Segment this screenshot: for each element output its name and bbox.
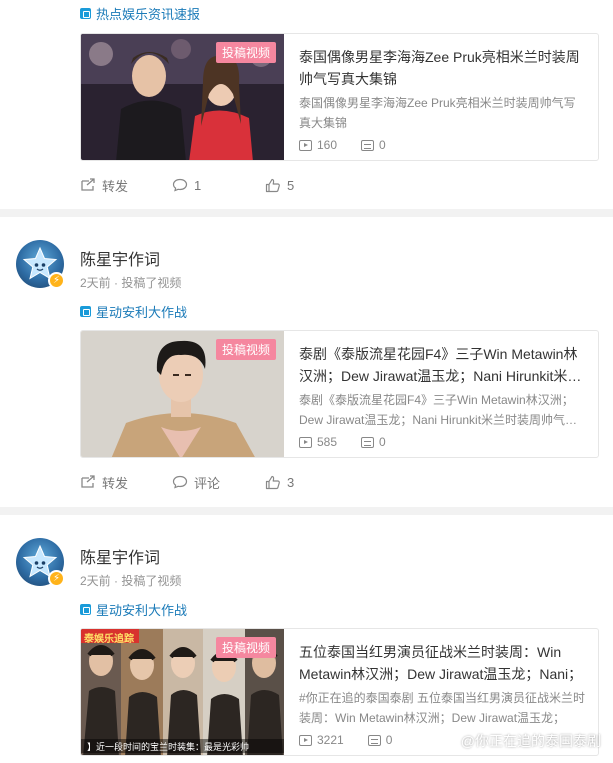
verified-badge-icon: ⚡ [48,570,65,587]
thumbnail-banner: 泰娱乐追踪 [84,634,134,645]
danmaku-count-icon [367,734,381,746]
video-title[interactable]: 泰国偶像男星李海海Zee Pruk亮相米兰时装周帅气写真大集锦 [299,46,587,90]
topic-icon [80,603,91,615]
danmaku-count: 0 [385,733,393,747]
repost-button[interactable]: 转发 [80,176,172,195]
play-count: 585 [317,435,338,449]
topic-link[interactable]: 星动安利大作战 [80,301,187,321]
comment-icon [172,475,188,489]
post-actions: 转发 评论 3 [80,472,294,492]
danmaku-count: 0 [379,138,386,152]
play-count: 3221 [317,733,344,747]
video-description: #你正在追的泰国泰剧 五位泰国当红男演员征战米兰时装周：Win Metawin林… [299,691,586,725]
like-button[interactable]: 3 [265,475,294,490]
topic-label: 热点娱乐资讯速报 [96,6,201,22]
author-name[interactable]: 陈星宇作词 [80,544,160,568]
comment-count: 1 [194,177,202,193]
verified-badge-icon: ⚡ [48,272,65,289]
like-count: 5 [287,177,295,193]
video-thumbnail[interactable]: 泰娱乐追踪 】近一段时间的宝兰时装集：最是光彩帅 投稿视频 [81,629,284,755]
topic-link[interactable]: 星动安利大作战 [80,599,187,619]
thumbs-up-icon [265,178,280,192]
play-count-icon [299,436,312,448]
topic-label: 星动安利大作战 [96,602,188,618]
comment-button[interactable]: 评论 [172,473,265,492]
thumbs-up-icon [265,475,280,489]
comment-icon [172,178,188,192]
video-stats: 585 0 [299,435,386,449]
watermark: @你正在追的泰国泰剧 [460,733,601,749]
post-author: ⚡ 陈星宇作词 2天前 · 投稿了视频 [16,538,596,598]
video-title[interactable]: 泰剧《泰版流星花园F4》三子Win Metawin林汉洲；Dew Jirawat… [299,343,587,387]
repost-icon [81,178,95,191]
video-description: 泰国偶像男星李海海Zee Pruk亮相米兰时装周帅气写真大集锦 [299,96,576,130]
repost-label: 转发 [102,475,129,491]
video-description: 泰剧《泰版流星花园F4》三子Win Metawin林汉洲；Dew Jirawat… [299,393,578,427]
danmaku-count-icon [361,436,375,448]
video-stats: 160 0 [299,138,386,152]
post-author: ⚡ 陈星宇作词 2天前 · 投稿了视频 [16,240,596,300]
video-thumbnail[interactable]: 投稿视频 [81,34,284,160]
repost-button[interactable]: 转发 [80,473,172,492]
video-tag: 投稿视频 [215,42,276,63]
play-count-icon [299,139,312,151]
like-button[interactable]: 5 [265,178,294,193]
comment-button[interactable]: 1 [172,178,265,193]
video-stats: 3221 0 [299,733,392,747]
thumbnail-caption: 】近一段时间的宝兰时装集：最是光彩帅 [87,742,250,752]
topic-link[interactable]: 热点娱乐资讯速报 [80,3,200,23]
play-count: 160 [317,138,338,152]
topic-icon [80,7,91,19]
video-title[interactable]: 五位泰国当红男演员征战米兰时装周：Win Metawin林汉洲；Dew Jira… [299,641,587,685]
video-tag: 投稿视频 [215,339,276,360]
author-name[interactable]: 陈星宇作词 [80,246,160,270]
post-separator [0,209,613,217]
post-meta: 2天前 · 投稿了视频 [80,574,182,588]
video-card[interactable]: 投稿视频 泰国偶像男星李海海Zee Pruk亮相米兰时装周帅气写真大集锦 泰国偶… [80,33,599,161]
post-meta: 2天前 · 投稿了视频 [80,276,182,290]
comment-label: 评论 [194,475,221,491]
danmaku-count: 0 [379,435,386,449]
video-tag: 投稿视频 [215,637,276,658]
video-card[interactable]: 投稿视频 泰剧《泰版流星花园F4》三子Win Metawin林汉洲；Dew Ji… [80,330,599,458]
repost-label: 转发 [102,178,129,194]
repost-icon [81,475,95,488]
danmaku-count-icon [361,139,375,151]
play-count-icon [299,734,312,746]
post-actions: 转发 1 5 [80,175,294,195]
video-thumbnail[interactable]: 投稿视频 [81,331,284,457]
like-count: 3 [287,474,295,490]
post-separator [0,507,613,515]
topic-icon [80,305,91,317]
topic-label: 星动安利大作战 [96,304,188,320]
